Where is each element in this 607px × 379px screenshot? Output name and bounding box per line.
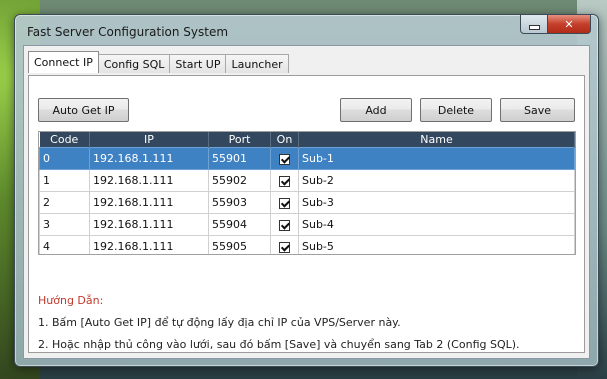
table-row[interactable]: 3 192.168.1.111 55904 Sub-4: [39, 213, 575, 236]
tab-launcher[interactable]: Launcher: [225, 54, 289, 73]
enabled-checkbox[interactable]: [279, 219, 290, 231]
tab-connect-ip[interactable]: Connect IP: [28, 51, 99, 73]
cell-on[interactable]: [270, 169, 299, 192]
enabled-checkbox[interactable]: [279, 153, 290, 165]
column-header-code[interactable]: Code: [39, 132, 90, 148]
cell-code[interactable]: 0: [39, 147, 90, 170]
cell-ip[interactable]: 192.168.1.111: [89, 191, 209, 214]
cell-port[interactable]: 55904: [208, 213, 271, 236]
table-row[interactable]: 0 192.168.1.111 55901 Sub-1: [39, 147, 575, 170]
cell-code[interactable]: 1: [39, 169, 90, 192]
cell-on[interactable]: [270, 213, 299, 236]
table-row[interactable]: 4 192.168.1.111 55905 Sub-5: [39, 235, 575, 254]
cell-port[interactable]: 55901: [208, 147, 271, 170]
tab-start-up[interactable]: Start UP: [169, 54, 227, 73]
cell-code[interactable]: 2: [39, 191, 90, 214]
enabled-checkbox[interactable]: [279, 197, 290, 209]
cell-port[interactable]: 55905: [208, 235, 271, 254]
client-area: Connect IP Config SQL Start UP Launcher …: [23, 45, 590, 359]
cell-code[interactable]: 4: [39, 235, 90, 254]
add-button[interactable]: Add: [340, 98, 412, 122]
delete-button[interactable]: Delete: [420, 98, 492, 122]
guide-title: Hướng Dẫn:: [38, 294, 104, 307]
cell-ip[interactable]: 192.168.1.111: [89, 235, 209, 254]
window-title: Fast Server Configuration System: [27, 25, 229, 39]
cell-on[interactable]: [270, 235, 299, 254]
window-controls: ✕: [520, 14, 591, 34]
auto-get-ip-button[interactable]: Auto Get IP: [38, 98, 129, 122]
tab-config-sql[interactable]: Config SQL: [97, 54, 171, 73]
guide-line-2: 2. Hoặc nhập thủ công vào lưới, sau đó b…: [38, 338, 520, 351]
cell-code[interactable]: 3: [39, 213, 90, 236]
server-grid[interactable]: Code IP Port On Name 0 192.168.1.111 55901…: [38, 131, 576, 255]
tab-panel-connect-ip: Auto Get IP Add Delete Save Code IP Port…: [28, 75, 585, 353]
title-bar[interactable]: Fast Server Configuration System ✕: [15, 14, 598, 45]
minimize-icon: [528, 24, 540, 30]
column-header-ip[interactable]: IP: [89, 132, 209, 148]
cell-name[interactable]: Sub-2: [298, 169, 575, 192]
cell-name[interactable]: Sub-4: [298, 213, 575, 236]
table-header-row: Code IP Port On Name: [39, 132, 575, 148]
cell-name[interactable]: Sub-3: [298, 191, 575, 214]
guide-line-1: 1. Bấm [Auto Get IP] để tự động lấy địa …: [38, 316, 401, 329]
table-row[interactable]: 2 192.168.1.111 55903 Sub-3: [39, 191, 575, 214]
close-icon: ✕: [564, 17, 574, 31]
enabled-checkbox[interactable]: [279, 241, 290, 253]
cell-name[interactable]: Sub-1: [298, 147, 575, 170]
column-header-name[interactable]: Name: [298, 132, 575, 148]
cell-port[interactable]: 55902: [208, 169, 271, 192]
save-button[interactable]: Save: [500, 98, 575, 122]
cell-on[interactable]: [270, 147, 299, 170]
cell-port[interactable]: 55903: [208, 191, 271, 214]
enabled-checkbox[interactable]: [279, 175, 290, 187]
cell-ip[interactable]: 192.168.1.111: [89, 147, 209, 170]
column-header-on[interactable]: On: [270, 132, 299, 148]
cell-on[interactable]: [270, 191, 299, 214]
table-row[interactable]: 1 192.168.1.111 55902 Sub-2: [39, 169, 575, 192]
main-window: Fast Server Configuration System ✕ Conne…: [14, 14, 599, 367]
close-button[interactable]: ✕: [548, 14, 591, 34]
cell-ip[interactable]: 192.168.1.111: [89, 169, 209, 192]
server-table: Code IP Port On Name 0 192.168.1.111 55901…: [39, 132, 575, 254]
cell-ip[interactable]: 192.168.1.111: [89, 213, 209, 236]
table-body: 0 192.168.1.111 55901 Sub-1 1 192.168.1.111 55…: [39, 147, 575, 254]
tab-strip: Connect IP Config SQL Start UP Launcher: [28, 51, 289, 73]
column-header-port[interactable]: Port: [208, 132, 271, 148]
cell-name[interactable]: Sub-5: [298, 235, 575, 254]
minimize-button[interactable]: [520, 14, 548, 34]
